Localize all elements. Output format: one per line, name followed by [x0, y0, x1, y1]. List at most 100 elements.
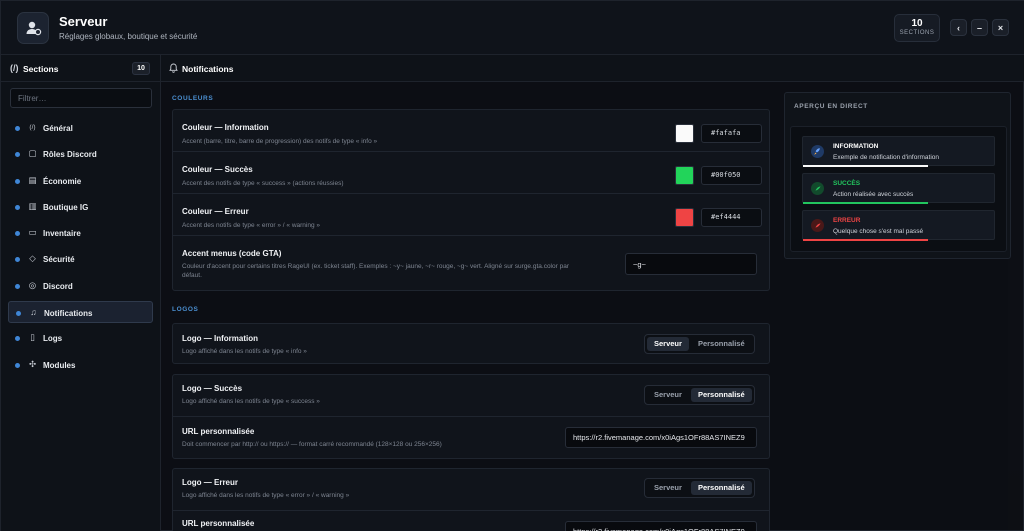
sidebar-item-roles-discord[interactable]: ▢ Rôles Discord [8, 143, 153, 165]
chat-bubble-icon: ▢ [28, 148, 37, 159]
discord-icon: ◎ [28, 279, 37, 290]
logo-error-option-personnalise[interactable]: Personnalisé [690, 481, 752, 495]
color-success-hex-input[interactable]: #00f050 [701, 166, 762, 185]
sidebar-item-logs[interactable]: ▯ Logs [8, 327, 153, 349]
color-row-info: Couleur — Information Accent (barre, tit… [172, 109, 770, 151]
logo-success-url-input[interactable] [565, 427, 757, 448]
sections-count-label: SECTIONS [899, 30, 935, 36]
sidebar-item-label: Économie [43, 176, 82, 186]
sidebar-count-badge: 10 [132, 62, 150, 75]
sidebar-item-securite[interactable]: ◇ Sécurité [8, 248, 153, 270]
rocket-icon [811, 145, 824, 158]
printer-icon: ▥ [28, 200, 37, 211]
sidebar-title: Sections [23, 64, 59, 74]
status-dot [15, 231, 20, 237]
sidebar-item-discord[interactable]: ◎ Discord [8, 275, 153, 297]
logo-info-row: Logo — Information Logo affiché dans les… [172, 323, 770, 364]
logo-info-option-personnalise[interactable]: Personnalisé [691, 337, 752, 351]
color-info-hex-input[interactable]: #fafafa [701, 124, 762, 143]
color-error-hex-input[interactable]: #ef4444 [701, 208, 762, 227]
shield-icon: ◇ [29, 253, 36, 264]
preview-info-progress-bar [803, 165, 928, 167]
color-error-label: Couleur — Erreur [182, 207, 249, 216]
sidebar-item-label: Discord [43, 281, 73, 291]
preview-success-title: SUCCÈS [833, 180, 861, 187]
sidebar-item-label: Inventaire [43, 229, 81, 239]
color-error-swatch[interactable] [675, 208, 694, 227]
preview-success-text: Action réalisée avec succès [833, 191, 914, 198]
content-header: Notifications [161, 55, 1024, 82]
logo-success-url-row: URL personnalisée Doit commencer par htt… [172, 416, 770, 459]
sections-count: 10 [911, 18, 923, 29]
logo-success-option-serveur[interactable]: Serveur [647, 388, 689, 402]
accent-menus-input[interactable] [625, 253, 757, 275]
sidebar-item-label: Modules [43, 360, 76, 370]
color-info-desc: Accent (barre, titre, barre de progressi… [182, 138, 378, 145]
sidebar-item-inventaire[interactable]: ▭ Inventaire [8, 222, 153, 244]
logo-error-url-row: URL personnalisée [172, 510, 770, 531]
logo-success-label: Logo — Succès [182, 384, 243, 393]
code-brackets-icon: (/) [29, 124, 36, 131]
status-dot [15, 204, 20, 210]
color-success-swatch[interactable] [675, 166, 694, 185]
color-success-label: Couleur — Succès [182, 165, 253, 174]
sidebar-item-label: Rôles Discord [43, 150, 97, 160]
logo-error-label: Logo — Erreur [182, 478, 239, 487]
sidebar-item-label: Boutique IG [43, 202, 89, 212]
minimize-button[interactable]: – [971, 19, 988, 36]
logo-error-option-serveur[interactable]: Serveur [647, 481, 689, 495]
window-header: Serveur Réglages globaux, boutique et sé… [1, 1, 1024, 55]
sidebar-nav: (/) Général ▢ Rôles Discord ▤ Économie ▥ Boutiq… [8, 117, 153, 380]
sidebar-item-notifications[interactable]: ♫ Notifications [8, 301, 153, 324]
live-preview-title: APERÇU EN DIRECT [794, 103, 868, 110]
logo-info-desc: Logo affiché dans les notifs de type « i… [182, 348, 307, 355]
color-info-swatch[interactable] [675, 124, 694, 143]
accent-menus-label: Accent menus (code GTA) [182, 249, 282, 258]
logo-info-option-serveur[interactable]: Serveur [647, 337, 689, 351]
preview-error-text: Quelque chose s'est mal passé [833, 228, 924, 235]
sidebar-item-modules[interactable]: ✣ Modules [8, 354, 153, 376]
logo-error-toggle: Serveur Personnalisé [644, 478, 755, 498]
settings-window: Serveur Réglages globaux, boutique et sé… [0, 0, 1024, 531]
sidebar-item-economie[interactable]: ▤ Économie [8, 170, 153, 192]
bell-icon: ♫ [30, 307, 37, 318]
live-preview-panel: APERÇU EN DIRECT INFORMATION Exemple de … [784, 92, 1011, 259]
preview-notification-info: INFORMATION Exemple de notification d'in… [802, 136, 995, 167]
preview-error-title: ERREUR [833, 217, 861, 224]
color-info-label: Couleur — Information [182, 123, 269, 132]
status-dot [15, 283, 20, 289]
close-button[interactable]: × [992, 19, 1009, 36]
preview-success-progress-bar [803, 202, 928, 204]
live-preview-stage: INFORMATION Exemple de notification d'in… [790, 126, 1007, 252]
logo-error-desc: Logo affiché dans les notifs de type « e… [182, 492, 350, 499]
logo-info-label: Logo — Information [182, 334, 258, 343]
logo-success-toggle: Serveur Personnalisé [644, 385, 755, 405]
window-title: Serveur [59, 14, 108, 29]
document-icon: ▯ [30, 332, 35, 343]
sidebar-item-boutique-ig[interactable]: ▥ Boutique IG [8, 196, 153, 218]
code-brackets-icon: (/) [10, 63, 19, 73]
logo-error-row: Logo — Erreur Logo affiché dans les noti… [172, 468, 770, 510]
status-dot [15, 126, 20, 131]
calculator-icon: ▤ [28, 174, 37, 185]
sidebar-filter-input[interactable] [10, 88, 152, 108]
preview-info-title: INFORMATION [833, 143, 879, 150]
sections-count-badge: 10 SECTIONS [894, 14, 940, 42]
logo-error-url-label: URL personnalisée [182, 519, 255, 528]
color-row-success: Couleur — Succès Accent des notifs de ty… [172, 151, 770, 193]
color-success-desc: Accent des notifs de type « success » (a… [182, 180, 344, 187]
status-dot [16, 311, 21, 317]
success-logo-icon [811, 182, 824, 195]
logo-success-option-personnalise[interactable]: Personnalisé [690, 388, 752, 402]
status-dot [15, 336, 20, 342]
status-dot [15, 362, 20, 368]
status-dot [15, 257, 20, 263]
box-icon: ▭ [28, 227, 37, 238]
puzzle-icon: ✣ [28, 358, 37, 369]
sidebar-item-label: Sécurité [43, 255, 75, 265]
back-button[interactable]: ‹ [950, 19, 967, 36]
window-subtitle: Réglages globaux, boutique et sécurité [59, 32, 198, 41]
sidebar-item-general[interactable]: (/) Général [8, 117, 153, 139]
logo-error-url-input[interactable] [565, 521, 757, 531]
error-logo-icon [811, 219, 824, 232]
